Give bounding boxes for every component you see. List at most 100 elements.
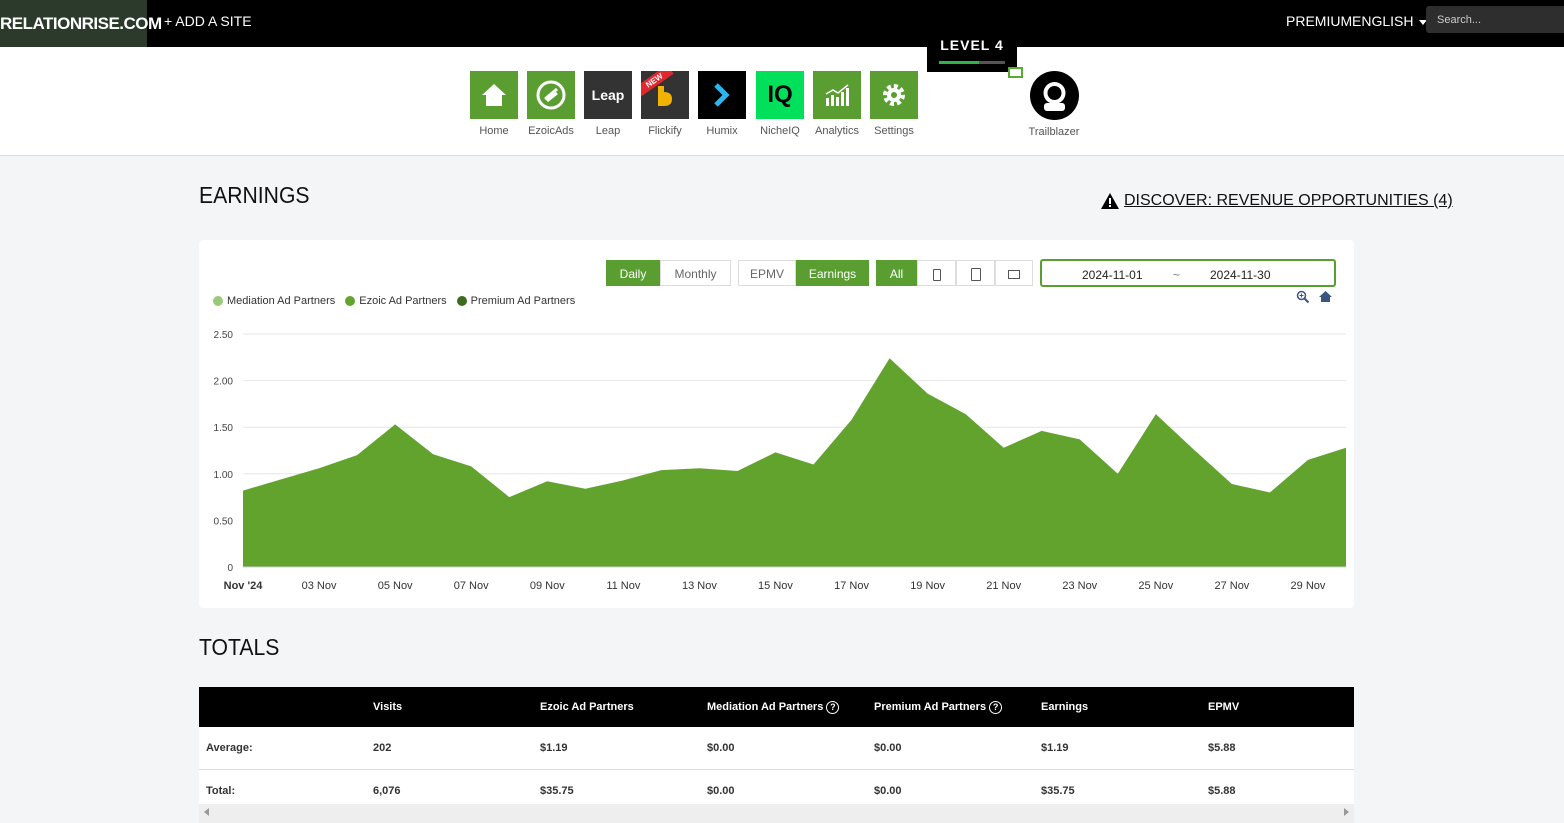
chart-legend: Mediation Ad Partners Ezoic Ad Partners … (213, 295, 575, 307)
humix-icon (698, 71, 746, 119)
x-tick-label: 27 Nov (1214, 580, 1249, 592)
tablet-button[interactable] (956, 260, 995, 286)
daily-button[interactable]: Daily (606, 260, 660, 286)
earnings-button[interactable]: Earnings (796, 260, 869, 286)
leap-tile-text: Leap (591, 87, 625, 103)
y-tick-label: 1.50 (214, 423, 234, 434)
y-tick-label: 0 (227, 563, 233, 574)
x-tick-label: 13 Nov (682, 580, 717, 592)
table-cell: $1.19 (1040, 727, 1207, 770)
column-header-premium[interactable]: Premium Ad Partners? (873, 687, 1040, 727)
date-separator: ~ (1173, 268, 1181, 282)
desktop-button[interactable] (995, 260, 1033, 286)
legend-dot (213, 296, 223, 306)
discover-link[interactable]: DISCOVER: REVENUE OPPORTUNITIES (4) (1100, 192, 1453, 210)
trailblazer-icon[interactable] (1030, 71, 1079, 120)
table-cell: $0.00 (706, 727, 873, 770)
trailblazer-label: Trailblazer (1028, 126, 1080, 138)
area-series-1[interactable] (243, 358, 1346, 567)
help-icon[interactable]: ? (826, 700, 840, 714)
discover-text: DISCOVER: REVENUE OPPORTUNITIES (4) (1124, 192, 1453, 209)
x-tick-label: 19 Nov (910, 580, 945, 592)
reset-home-icon[interactable] (1318, 290, 1333, 303)
table-cell: $1.19 (539, 727, 706, 770)
flickify-icon: NEW (641, 71, 689, 119)
x-tick-label: 21 Nov (986, 580, 1021, 592)
x-tick-label: 07 Nov (454, 580, 489, 592)
legend-item[interactable]: Premium Ad Partners (456, 295, 576, 307)
warning-icon (1101, 193, 1119, 209)
date-start[interactable]: 2024-11-01 (1082, 268, 1143, 282)
totals-title: TOTALS (199, 634, 280, 660)
legend-label: Premium Ad Partners (470, 295, 576, 307)
language-label: ENGLISH (1352, 13, 1414, 29)
legend-item[interactable]: Ezoic Ad Partners (345, 295, 447, 307)
level-label: LEVEL 4 (940, 37, 1004, 53)
zoom-icon[interactable] (1296, 290, 1310, 304)
scroll-left-icon[interactable] (204, 808, 209, 816)
date-end[interactable]: 2024-11-30 (1210, 268, 1271, 282)
column-header (199, 687, 372, 727)
legend-item[interactable]: Mediation Ad Partners (213, 295, 335, 307)
mail-icon[interactable] (1008, 67, 1023, 78)
brand-logo[interactable]: RELATIONRISE.COM (0, 0, 162, 47)
table-cell: $5.88 (1207, 727, 1354, 770)
column-header[interactable]: Ezoic Ad Partners (539, 687, 706, 727)
column-header-label: Premium Ad Partners (874, 700, 987, 713)
legend-dot (456, 296, 467, 306)
tablet-icon (970, 268, 981, 282)
mobile-button[interactable] (917, 260, 956, 286)
epmv-button[interactable]: EPMV (738, 260, 796, 286)
monthly-button[interactable]: Monthly (660, 260, 731, 286)
home-icon (470, 71, 518, 119)
x-tick-label: 17 Nov (834, 580, 869, 592)
legend-label: Mediation Ad Partners (227, 295, 336, 307)
x-tick-label: 03 Nov (302, 580, 337, 592)
app-bar: Home EzoicAds Leap Leap NEW Flickify Hum… (0, 47, 1564, 156)
app-settings[interactable]: Settings (870, 71, 918, 137)
date-range-picker[interactable]: 2024-11-01 ~ 2024-11-30 (1040, 259, 1336, 287)
table-cell: 202 (372, 727, 539, 770)
x-tick-label: 09 Nov (530, 580, 565, 592)
y-tick-label: 1.00 (214, 470, 234, 481)
y-tick-label: 0.50 (214, 516, 234, 527)
nicheiq-tile-text: IQ (767, 81, 793, 108)
legend-dot (345, 296, 356, 306)
legend-label: Ezoic Ad Partners (359, 295, 447, 307)
table-cell: $0.00 (873, 727, 1040, 770)
x-tick-label: 23 Nov (1062, 580, 1097, 592)
device-all-button[interactable]: All (876, 260, 917, 286)
x-tick-label: 05 Nov (378, 580, 413, 592)
x-tick-label: 25 Nov (1138, 580, 1173, 592)
level-progress-fill (939, 61, 979, 64)
premium-link[interactable]: PREMIUM (1286, 0, 1352, 42)
totals-table: Visits Ezoic Ad Partners Mediation Ad Pa… (199, 687, 1354, 813)
y-tick-label: 2.00 (214, 377, 234, 388)
settings-icon (870, 71, 918, 119)
mobile-icon (932, 268, 941, 281)
x-tick-label: 29 Nov (1291, 580, 1326, 592)
add-site-link[interactable]: + ADD A SITE (164, 0, 252, 47)
help-icon[interactable]: ? (989, 700, 1003, 714)
y-tick-label: 2.50 (214, 330, 234, 341)
column-header[interactable]: Visits (372, 687, 539, 727)
scroll-right-icon[interactable] (1344, 808, 1349, 816)
level-badge[interactable]: LEVEL 4 (927, 24, 1017, 72)
earnings-area-chart[interactable]: 0 0.50 1.00 1.50 2.00 2.50 Nov '24 03 Nov 05 Nov… (199, 320, 1354, 600)
app-humix[interactable]: Humix (698, 71, 746, 137)
x-tick-label: Nov '24 (224, 580, 264, 592)
column-header-mediation[interactable]: Mediation Ad Partners? (706, 687, 873, 727)
table-row: Average: 202 $1.19 $0.00 $0.00 $1.19 $5.… (199, 727, 1354, 770)
column-header[interactable]: EPMV (1207, 687, 1354, 727)
horizontal-scrollbar[interactable] (199, 804, 1354, 823)
search-input[interactable] (1426, 6, 1564, 33)
column-header[interactable]: Earnings (1040, 687, 1207, 727)
x-tick-label: 11 Nov (606, 580, 641, 592)
ezoic-ads-icon (527, 71, 575, 119)
earnings-title: EARNINGS (199, 182, 310, 208)
leap-icon: Leap (584, 71, 632, 119)
language-dropdown[interactable]: ENGLISH (1352, 0, 1428, 42)
desktop-icon (1008, 270, 1020, 280)
top-navbar: RELATIONRISE.COM + ADD A SITE PREMIUM EN… (0, 0, 1564, 47)
row-label: Average: (199, 727, 372, 770)
